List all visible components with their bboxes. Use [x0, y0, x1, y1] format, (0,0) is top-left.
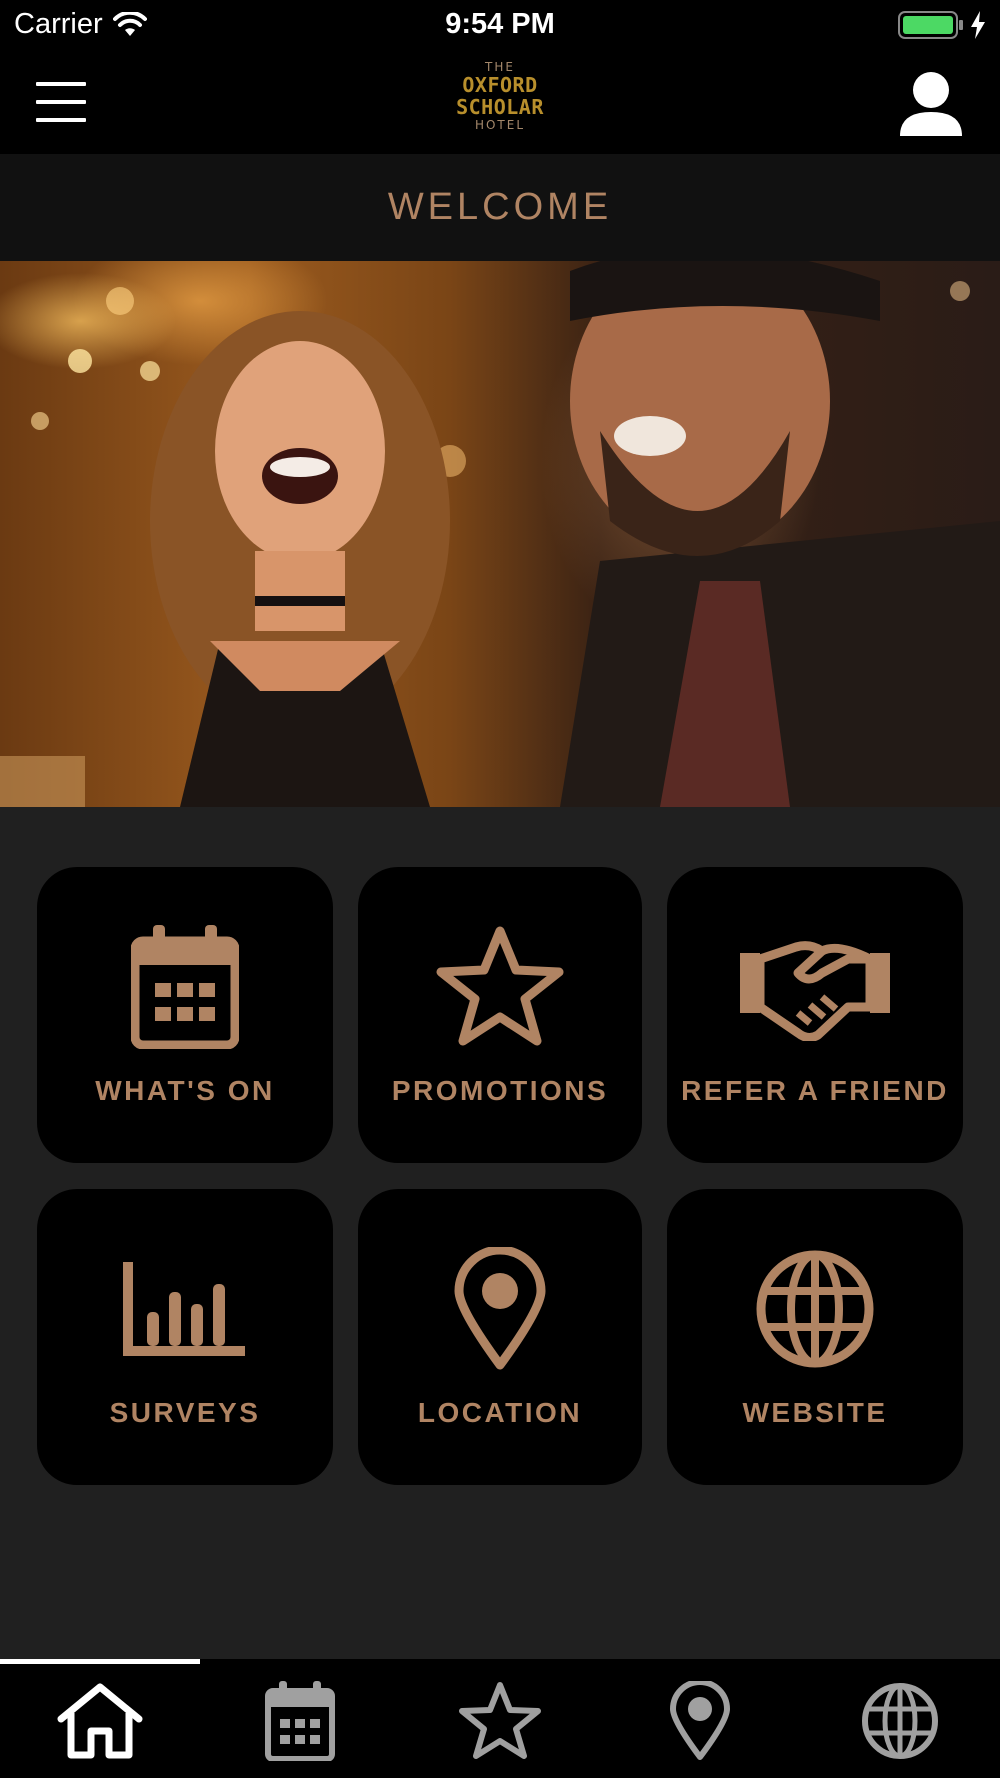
logo-line-scholar: SCHOLAR	[456, 95, 544, 119]
tile-label: LOCATION	[417, 1397, 583, 1428]
tile-website[interactable]: WEBSITE	[667, 1189, 963, 1485]
profile-button[interactable]	[898, 70, 964, 140]
handshake-icon	[740, 941, 890, 1041]
map-pin-icon	[454, 1247, 546, 1370]
status-time: 9:54 PM	[445, 8, 555, 40]
tab-location[interactable]	[600, 1664, 800, 1778]
logo-line-oxford: OXFORD	[462, 73, 538, 97]
tab-home[interactable]	[0, 1664, 200, 1778]
battery-icon	[898, 11, 963, 39]
calendar-icon	[131, 925, 239, 1049]
hero-photo-illustration	[0, 261, 1000, 807]
tab-promotions[interactable]	[400, 1664, 600, 1778]
home-icon	[57, 1683, 143, 1759]
tile-location[interactable]: LOCATION	[358, 1189, 642, 1485]
tile-label: REFER A FRIEND	[681, 1075, 949, 1106]
calendar-icon	[265, 1681, 335, 1761]
tile-label: SURVEYS	[109, 1397, 261, 1428]
page-title: WELCOME	[387, 186, 613, 228]
hero-image	[0, 261, 1000, 807]
menu-button[interactable]	[36, 82, 90, 124]
feature-grid: WHAT'S ON PROMOTIONS REFER A FRIEND SURV…	[0, 807, 1000, 1659]
hamburger-icon	[36, 82, 90, 122]
logo-line-hotel: HOTEL	[474, 118, 526, 132]
map-pin-icon	[670, 1681, 730, 1760]
tile-surveys[interactable]: SURVEYS	[37, 1189, 333, 1485]
hotel-logo: THE OXFORD SCHOLAR HOTEL	[440, 60, 560, 152]
globe-icon	[756, 1250, 874, 1368]
bar-chart-icon	[123, 1262, 245, 1356]
tile-label: WEBSITE	[742, 1397, 888, 1428]
bottom-tab-bar	[0, 1659, 1000, 1778]
app-header: THE OXFORD SCHOLAR HOTEL	[0, 52, 1000, 154]
battery-indicator	[898, 10, 986, 40]
tile-refer-a-friend[interactable]: REFER A FRIEND	[667, 867, 963, 1163]
tile-label: WHAT'S ON	[95, 1075, 275, 1106]
tab-website[interactable]	[800, 1664, 1000, 1778]
tile-label: PROMOTIONS	[391, 1075, 609, 1106]
tile-whats-on[interactable]: WHAT'S ON	[37, 867, 333, 1163]
logo-line-the: THE	[485, 60, 515, 74]
user-icon	[900, 72, 962, 136]
status-bar: Carrier 9:54 PM	[0, 0, 1000, 52]
star-icon	[459, 1682, 541, 1759]
star-icon	[436, 926, 564, 1046]
tab-whats-on[interactable]	[200, 1664, 400, 1778]
globe-icon	[862, 1683, 938, 1759]
welcome-bar: WELCOME	[0, 154, 1000, 261]
tile-promotions[interactable]: PROMOTIONS	[358, 867, 642, 1163]
charging-bolt-icon	[971, 11, 985, 39]
